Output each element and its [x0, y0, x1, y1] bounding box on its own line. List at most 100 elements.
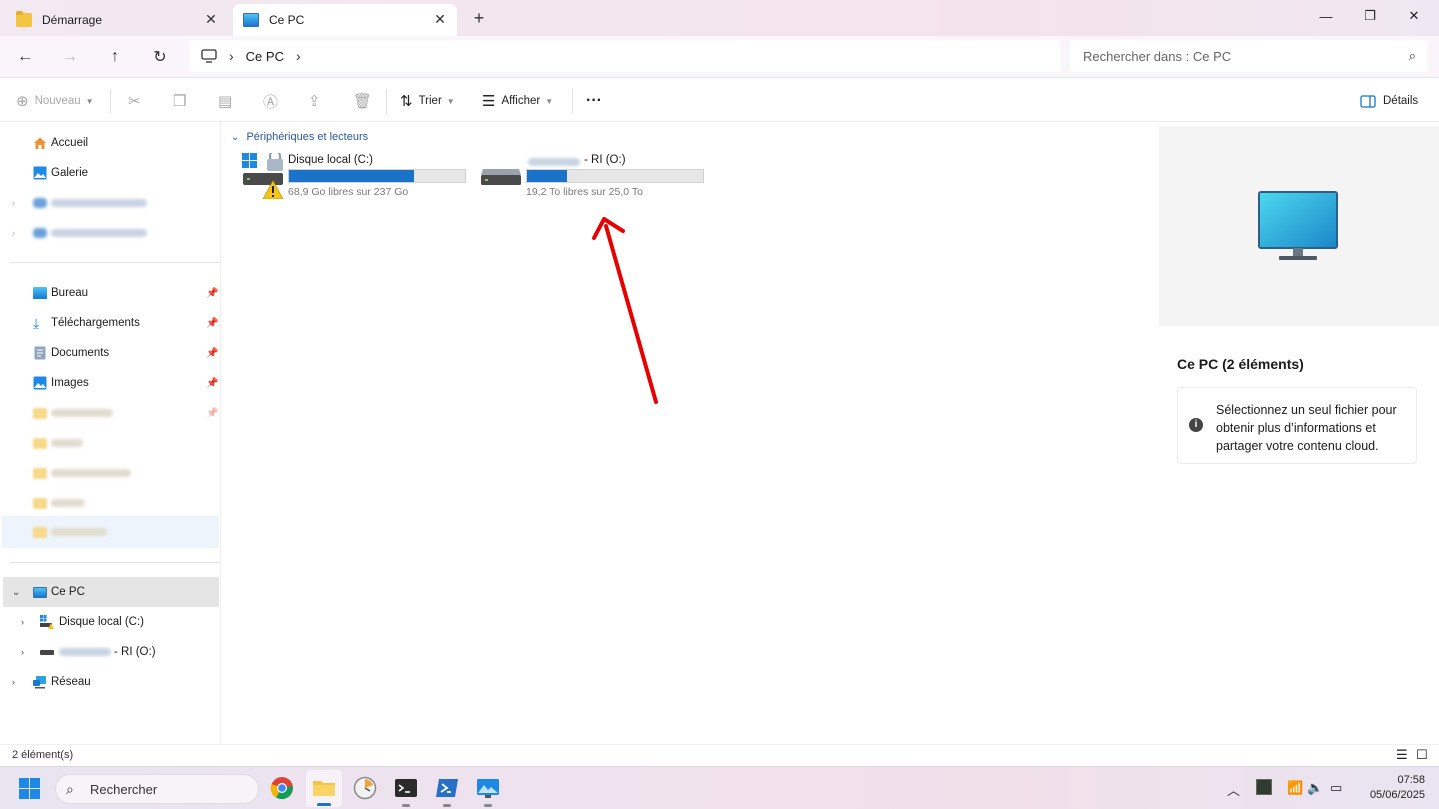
sidebar-item-ri-drive[interactable]: › - RI (O:) [0, 637, 220, 667]
group-header[interactable]: ⌄ Périphériques et lecteurs [231, 131, 368, 143]
chevron-up-icon[interactable]: ︿ [1227, 780, 1240, 799]
new-button[interactable]: ⊕ Nouveau ▼ [16, 91, 94, 111]
address-bar[interactable]: › Ce PC › [189, 40, 1061, 72]
cut-button[interactable]: ✂ [128, 91, 147, 111]
sidebar-item-telechargements[interactable]: ⤓ Téléchargements 📌 [0, 308, 220, 338]
desktop-icon [33, 287, 47, 299]
tab-demarrage[interactable]: Démarrage ✕ [6, 4, 228, 36]
toolbar-divider [572, 89, 573, 113]
close-window-button[interactable]: ✕ [1399, 4, 1429, 28]
tiles-view-icon[interactable]: ☐ [1416, 747, 1428, 763]
chevron-down-icon[interactable]: ⌄ [231, 132, 239, 143]
sidebar-item-accueil[interactable]: Accueil [0, 128, 220, 158]
breadcrumb-ce-pc[interactable]: Ce PC [246, 49, 284, 64]
new-tab-button[interactable]: + [470, 9, 488, 27]
volume-icon[interactable]: 🔈 [1307, 780, 1323, 796]
sidebar-item-redacted[interactable]: › [0, 218, 220, 248]
file-explorer-taskbar-button[interactable] [306, 770, 342, 807]
clock[interactable]: 07:58 05/06/2025 [1355, 773, 1425, 803]
chrome-icon[interactable] [270, 776, 294, 800]
folder-icon [33, 407, 47, 419]
chevron-right-icon[interactable]: › [21, 647, 24, 657]
sidebar-item-ce-pc[interactable]: ⌄ Ce PC [3, 577, 219, 607]
pin-icon[interactable]: 📌 [206, 318, 218, 329]
battery-icon[interactable]: ▭ [1330, 780, 1342, 796]
status-bar: 2 élément(s) ☰ ☐ [0, 744, 1439, 766]
chevron-right-icon: › [12, 198, 15, 208]
chevron-right-icon[interactable]: › [21, 617, 24, 627]
sidebar-divider [10, 562, 220, 563]
terminal-icon[interactable] [394, 776, 418, 800]
breadcrumb-chevron-icon[interactable]: › [296, 48, 301, 64]
clock-app-icon[interactable] [353, 776, 377, 800]
details-pane-button[interactable]: Détails [1360, 91, 1418, 111]
pin-icon[interactable]: 📌 [206, 408, 218, 419]
sidebar-item-galerie[interactable]: Galerie [0, 158, 220, 188]
more-options-button[interactable]: ··· [586, 91, 602, 111]
sort-button[interactable]: ⇅ Trier ▼ [400, 91, 455, 111]
sidebar-item-bureau[interactable]: Bureau 📌 [0, 278, 220, 308]
tab-label: Démarrage [42, 13, 103, 27]
view-button[interactable]: ☰ Afficher ▼ [482, 91, 553, 111]
usage-bar [526, 169, 704, 183]
powershell-icon[interactable] [435, 776, 459, 800]
toolbar-divider [110, 89, 111, 113]
sidebar-item-disque-local[interactable]: › Disque local (C:) [0, 607, 220, 637]
sidebar-item-redacted[interactable]: › [0, 188, 220, 218]
close-icon[interactable]: ✕ [204, 12, 218, 26]
tab-ce-pc[interactable]: Ce PC ✕ [233, 4, 457, 36]
windows-start-icon[interactable] [19, 778, 41, 800]
refresh-icon[interactable]: ↻ [148, 45, 172, 69]
file-explorer-icon [313, 781, 335, 796]
chevron-right-icon[interactable]: › [12, 677, 15, 687]
search-input[interactable]: Rechercher dans : Ce PC [1083, 49, 1231, 64]
copy-button[interactable]: ❐ [173, 91, 192, 111]
remote-desktop-icon[interactable] [476, 776, 500, 800]
minimize-button[interactable]: — [1311, 4, 1341, 28]
sidebar-item-redacted-folder[interactable]: 📌 [0, 398, 220, 428]
sort-icon: ⇅ [400, 93, 413, 110]
forward-arrow-icon[interactable]: → [58, 45, 82, 69]
sidebar-item-images[interactable]: Images 📌 [0, 368, 220, 398]
drive-tile-c[interactable]: Disque local (C:) 68,9 Go libres sur 237… [242, 151, 472, 201]
breadcrumb-chevron-icon: › [229, 48, 234, 64]
rename-icon: Ⓐ [263, 93, 279, 111]
maximize-button[interactable]: ❐ [1355, 4, 1385, 28]
chevron-down-icon[interactable]: ⌄ [12, 587, 20, 598]
close-icon[interactable]: ✕ [433, 12, 447, 26]
pin-icon[interactable]: 📌 [206, 348, 218, 359]
sidebar-item-redacted-folder[interactable] [0, 428, 220, 458]
paste-button[interactable]: ▤ [218, 91, 238, 111]
share-button[interactable]: ⇪ [308, 91, 327, 111]
sidebar-item-redacted-folder[interactable] [0, 488, 220, 518]
info-text: Sélectionnez un seul fichier pour obteni… [1216, 403, 1397, 453]
taskbar-search[interactable]: ⌕ Rechercher [55, 774, 259, 804]
active-indicator [317, 803, 331, 806]
date: 05/06/2025 [1369, 789, 1425, 801]
up-arrow-icon[interactable]: ↑ [103, 45, 127, 69]
search-box[interactable]: Rechercher dans : Ce PC ⌕ [1070, 40, 1428, 72]
sidebar-item-reseau[interactable]: › Réseau [0, 667, 220, 697]
back-arrow-icon[interactable]: ← [13, 45, 37, 69]
pin-icon[interactable]: 📌 [206, 288, 218, 299]
details-view-icon[interactable]: ☰ [1396, 747, 1408, 763]
sidebar-item-redacted-folder[interactable] [0, 458, 220, 488]
pin-icon[interactable]: 📌 [206, 378, 218, 389]
info-card: i Sélectionnez un seul fichier pour obte… [1177, 387, 1417, 464]
sidebar-item-documents[interactable]: Documents 📌 [0, 338, 220, 368]
scissors-icon: ✂ [128, 93, 141, 110]
sidebar-item-redacted-folder-selected[interactable] [2, 516, 219, 548]
search-icon[interactable]: ⌕ [1409, 48, 1416, 64]
redacted-text [51, 439, 83, 447]
taskbar: ⌕ Rechercher ︿ 📶 🔈 ▭ 07:58 05/06/2025 [0, 766, 1439, 809]
command-bar: ⊕ Nouveau ▼ ✂ ❐ ▤ Ⓐ ⇪ 🗑 ⇅ Trier ▼ ☰ Affi… [0, 79, 1439, 122]
tray-app-icon[interactable] [1256, 779, 1272, 795]
drive-tile-ri[interactable]: - RI (O:) 19,2 To libres sur 25,0 To [480, 151, 710, 201]
rename-button[interactable]: Ⓐ [263, 91, 284, 111]
delete-button[interactable]: 🗑 [353, 91, 378, 111]
redacted-text [51, 528, 107, 536]
details-title: Ce PC (2 éléments) [1177, 356, 1304, 372]
wifi-icon[interactable]: 📶 [1287, 780, 1303, 796]
title-bar: Démarrage ✕ Ce PC ✕ + — ❐ ✕ [0, 0, 1439, 36]
plus-circle-icon: ⊕ [16, 93, 29, 110]
